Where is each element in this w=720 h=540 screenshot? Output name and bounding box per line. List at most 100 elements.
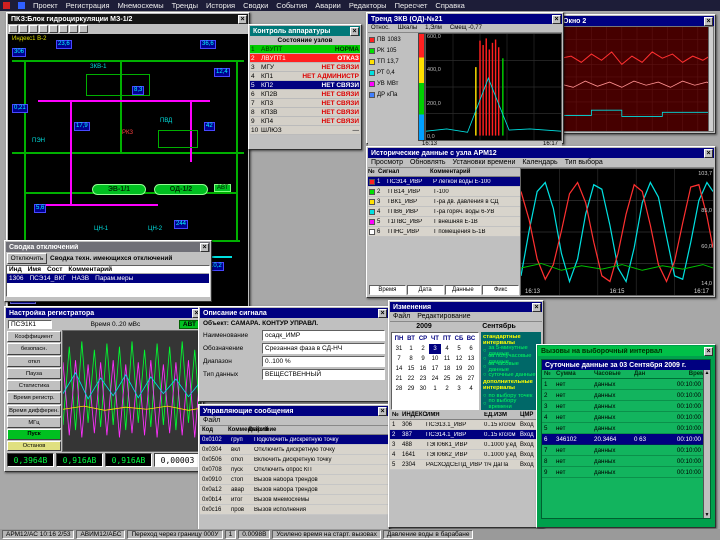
signal-row[interactable]: 1 ПСЭ14_ИВР Р легкой воды Е-100 (368, 177, 520, 187)
calendar-day[interactable]: 16 (417, 364, 429, 374)
close-icon[interactable]: × (378, 407, 387, 416)
signal-row[interactable]: 4 ТПВ6_ИВР Т-ра горяч. воды 6-УВ (368, 207, 520, 217)
calendar-day[interactable]: 27 (465, 374, 477, 384)
interval-option[interactable]: ○суточные данные (483, 371, 539, 379)
calendar-day[interactable]: 4 (441, 344, 453, 354)
node-row[interactable]: 8 КП3В НЕТ СВЯЗИ (250, 108, 360, 117)
calendar-day[interactable]: 14 (393, 364, 405, 374)
menu-item[interactable]: Календарь (522, 159, 557, 166)
auto-badge[interactable]: АВТ (179, 320, 200, 329)
recorder-button[interactable]: Статистика (7, 380, 61, 391)
calendar-day[interactable]: 29 (405, 384, 417, 394)
field-value[interactable]: ВЕЩЕСТВЕННЫЙ (262, 369, 385, 380)
daily-row[interactable]: 1 нет данных 00:10:00 (542, 379, 703, 390)
daily-row[interactable]: 5 нет данных 00:10:00 (542, 423, 703, 434)
footer-field[interactable]: Фикс (482, 285, 519, 295)
legend-row[interactable]: РТ 0,4 (369, 67, 417, 78)
signal-row[interactable]: 6 ТПНС_ИВР Т помещения Б-1В (368, 227, 520, 237)
message-row[interactable]: 0x0b14 итог Вызов мнемосхемы (200, 495, 388, 505)
calendar-day[interactable]: 2 (441, 384, 453, 394)
menu-item[interactable]: Тип выбора (565, 159, 603, 166)
menu-item[interactable]: Регистрация (66, 1, 110, 10)
signal-row[interactable]: 5 Т1ПВС_ИВР Т внешняя Е-1В (368, 217, 520, 227)
node-row[interactable]: 7 КП3 НЕТ СВЯЗИ (250, 99, 360, 108)
close-icon[interactable]: × (704, 149, 713, 158)
calendar-day[interactable]: 19 (453, 364, 465, 374)
toolbar-button[interactable] (49, 25, 58, 33)
menu-item[interactable]: Просмотр (371, 159, 403, 166)
close-icon[interactable]: × (704, 347, 713, 356)
toolbar-button[interactable] (39, 25, 48, 33)
message-row[interactable]: 0x0c16 пров Вызов исполнения (200, 505, 388, 515)
interval-option[interactable]: ○за часовые данные (483, 363, 539, 371)
message-row[interactable]: 0x0506 откл Включить дискретную точку (200, 455, 388, 465)
recorder-button[interactable]: откл (7, 356, 61, 367)
calendar-day[interactable]: 5 (453, 344, 465, 354)
calendar-day[interactable]: 18 (441, 364, 453, 374)
footer-field[interactable]: Данные (445, 285, 482, 295)
field-value[interactable]: Срезанная фаза в СД-НЧ (262, 343, 385, 354)
menu-item[interactable]: Аварии (315, 1, 341, 10)
toolbar-button[interactable] (9, 25, 18, 33)
calendar-day[interactable]: 1 (429, 384, 441, 394)
interval-option[interactable]: ○по выбору времени (483, 400, 539, 408)
menu-item[interactable]: Сводки (243, 1, 268, 10)
daily-row[interactable]: 9 нет данных 00:10:00 (542, 467, 703, 478)
menu-item[interactable]: Файл (393, 313, 410, 320)
node-row[interactable]: 10 ШЛЮЗ — (250, 126, 360, 135)
daily-row[interactable]: 2 нет данных 00:10:00 (542, 390, 703, 401)
legend-row[interactable]: ТП 13,7 (369, 56, 417, 67)
calendar-day[interactable]: 31 (393, 344, 405, 354)
calendar-day[interactable]: 25 (441, 374, 453, 384)
node-row[interactable]: 9 КП4 НЕТ СВЯЗИ (250, 117, 360, 126)
close-icon[interactable]: × (532, 303, 541, 312)
calendar-day[interactable]: 10 (429, 354, 441, 364)
point-row[interactable]: 4 1641 ТЭП06К2_ИВР 0..1000 у.ед Вход (390, 450, 542, 460)
node-row[interactable]: 5 КП2 НЕТ СВЯЗИ (250, 81, 360, 90)
calendar-day[interactable]: 20 (465, 364, 477, 374)
menu-item[interactable]: Обновлять (410, 159, 446, 166)
shutdown-row-selected[interactable]: 1306 ПСЭ14_ВКГ НАЗВ Парам.меры (7, 274, 209, 283)
calendar-day[interactable]: 8 (405, 354, 417, 364)
calendar-day[interactable]: 3 (453, 384, 465, 394)
calendar-day[interactable]: 24 (429, 374, 441, 384)
recorder-button[interactable]: Пауза (7, 368, 61, 379)
menu-item[interactable]: Редактирование (417, 313, 470, 320)
recorder-button[interactable]: Время дифферен. (7, 405, 61, 416)
point-row[interactable]: 5 2304 РАСХОДСЕПД_ИВР т/ч ДаПа Вход (390, 460, 542, 470)
menu-item[interactable]: Тренды (172, 1, 198, 10)
menu-item[interactable]: Мнемосхемы (118, 1, 164, 10)
footer-field[interactable]: Время (369, 285, 406, 295)
recorder-button[interactable]: Время регистр. (7, 392, 61, 403)
menu-item[interactable]: События (276, 1, 307, 10)
field-value[interactable]: 0..100 % (262, 356, 385, 367)
menu-item[interactable]: Проект (33, 1, 58, 10)
daily-row[interactable]: 6 346102 20.3464 0 63 00:10:00 (542, 434, 703, 445)
legend-row[interactable]: РК 105 (369, 45, 417, 56)
scrollbar[interactable] (708, 27, 713, 131)
legend-row[interactable]: ПВ 1083 (369, 34, 417, 45)
close-icon[interactable]: × (552, 15, 561, 24)
node-row[interactable]: 2 ЛВУПТ1 ОТКАЗ (250, 54, 360, 63)
toolbar-button[interactable] (79, 25, 88, 33)
calendar-day[interactable]: 13 (465, 354, 477, 364)
field-value[interactable]: осадк_ИМР (262, 330, 385, 341)
auto-mode-badge[interactable]: АВТ (214, 184, 231, 192)
recorder-button[interactable]: МГц (7, 417, 61, 428)
toolbar-button[interactable] (69, 25, 78, 33)
recorder-button[interactable]: Коэффициент (7, 331, 61, 342)
node-row[interactable]: 1 АВУПТ НОРМА (250, 45, 360, 54)
message-row[interactable]: 0x0910 стоп Вызов набора трендов (200, 475, 388, 485)
signal-row[interactable]: 2 ТГВ14_ИВР Т-100 (368, 187, 520, 197)
calendar-day[interactable]: 4 (465, 384, 477, 394)
close-icon[interactable]: × (350, 27, 359, 36)
menu-item[interactable]: Установки времени (452, 159, 515, 166)
month-label[interactable]: Сентябрь (482, 323, 516, 330)
pump-button-1[interactable]: ЭВ-1/1 (92, 184, 146, 195)
close-icon[interactable]: × (200, 243, 209, 252)
message-row[interactable]: 0x0102 груп Подключить дискретную точку (200, 435, 388, 445)
calendar-day[interactable]: 12 (453, 354, 465, 364)
node-row[interactable]: 4 КП1 НЕТ АДМИНИСТР (250, 72, 360, 81)
scrollbar[interactable]: ▲▼ (703, 370, 710, 518)
calendar-day[interactable]: 15 (405, 364, 417, 374)
